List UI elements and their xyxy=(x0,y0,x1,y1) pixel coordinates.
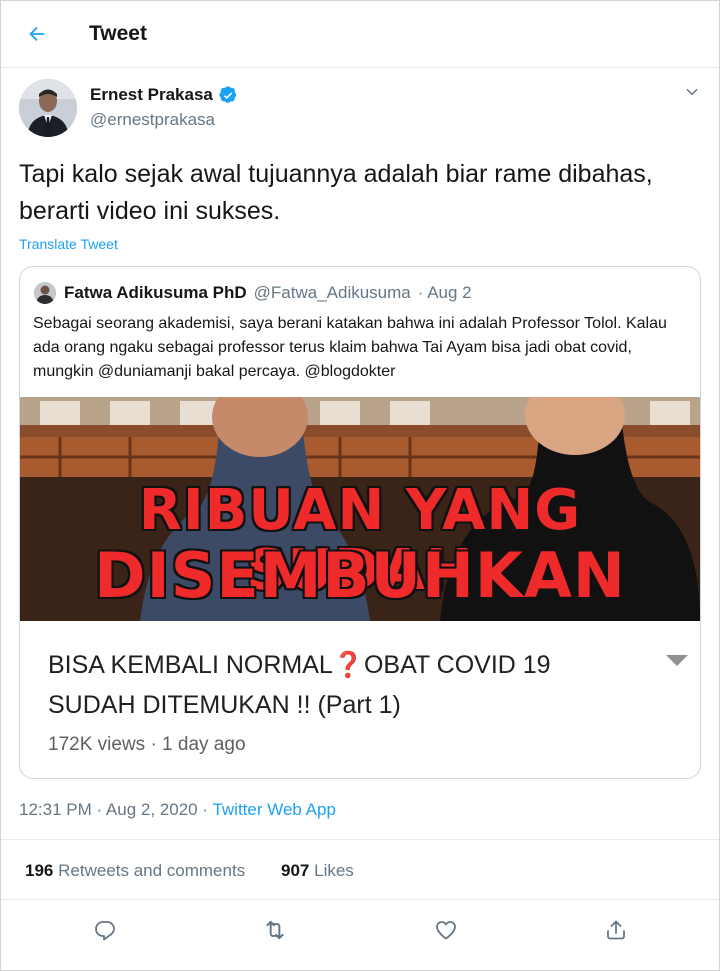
retweet-icon xyxy=(266,920,284,940)
source-app-link[interactable]: Twitter Web App xyxy=(212,800,335,819)
likes-stat[interactable]: 907 Likes xyxy=(281,861,354,881)
timestamp-text[interactable]: 12:31 PM · Aug 2, 2020 · xyxy=(19,800,208,819)
retweets-stat[interactable]: 196 Retweets and comments xyxy=(25,861,245,881)
retweets-count: 196 xyxy=(25,861,54,880)
chevron-down-icon xyxy=(686,88,698,96)
video-title[interactable]: BISA KEMBALI NORMAL❓OBAT COVID 19 SUDAH … xyxy=(48,645,628,725)
tweet-timestamp: 12:31 PM · Aug 2, 2020 · Twitter Web App xyxy=(19,800,336,820)
page-title: Tweet xyxy=(89,22,147,45)
author-name[interactable]: Ernest Prakasa xyxy=(90,85,213,105)
quoted-date: · Aug 2 xyxy=(417,283,472,302)
author-handle[interactable]: @ernestprakasa xyxy=(90,110,215,130)
retweets-label: Retweets and comments xyxy=(58,861,246,880)
like-button[interactable] xyxy=(432,916,460,944)
video-thumbnail[interactable]: RIBUAN YANG SUDAH DISEMBUHKAN xyxy=(20,397,700,621)
quoted-text: Sebagai seorang akademisi, saya berani k… xyxy=(33,315,667,380)
tweet-page: Tweet Ernest Prakasa @ernestprakasa Tapi… xyxy=(0,0,720,971)
quoted-author-name[interactable]: Fatwa Adikusuma PhD xyxy=(64,283,247,303)
back-arrow-icon xyxy=(29,26,45,42)
video-expand-caret-icon[interactable] xyxy=(666,655,688,666)
verified-badge-icon xyxy=(219,85,238,105)
author-name-row[interactable]: Ernest Prakasa xyxy=(90,85,238,105)
thumbnail-line-2: DISEMBUHKAN xyxy=(94,539,626,612)
author-avatar[interactable] xyxy=(19,79,77,137)
engagement-stats: 196 Retweets and comments 907 Likes xyxy=(1,839,719,900)
quoted-header: Fatwa Adikusuma PhD @Fatwa_Adikusuma · A… xyxy=(34,282,472,304)
retweet-button[interactable] xyxy=(261,916,289,944)
action-bar xyxy=(1,901,719,959)
tweet-author: Ernest Prakasa @ernestprakasa xyxy=(19,77,701,141)
tweet-text: Tapi kalo sejak awal tujuannya adalah bi… xyxy=(19,160,653,225)
quoted-author-handle[interactable]: @Fatwa_Adikusuma xyxy=(254,283,411,303)
translate-tweet-link[interactable]: Translate Tweet xyxy=(19,236,118,252)
video-meta: 172K views · 1 day ago xyxy=(48,734,246,755)
likes-label: Likes xyxy=(314,861,354,880)
back-button[interactable] xyxy=(19,16,55,52)
quoted-tweet[interactable]: Fatwa Adikusuma PhD @Fatwa_Adikusuma · A… xyxy=(19,266,701,779)
like-icon xyxy=(436,921,456,940)
reply-icon xyxy=(95,921,115,941)
reply-button[interactable] xyxy=(91,916,119,944)
share-icon xyxy=(607,920,625,940)
header: Tweet xyxy=(1,1,719,68)
quoted-avatar[interactable] xyxy=(34,282,56,304)
more-options-button[interactable] xyxy=(683,83,701,106)
likes-count: 907 xyxy=(281,861,310,880)
share-button[interactable] xyxy=(602,916,630,944)
